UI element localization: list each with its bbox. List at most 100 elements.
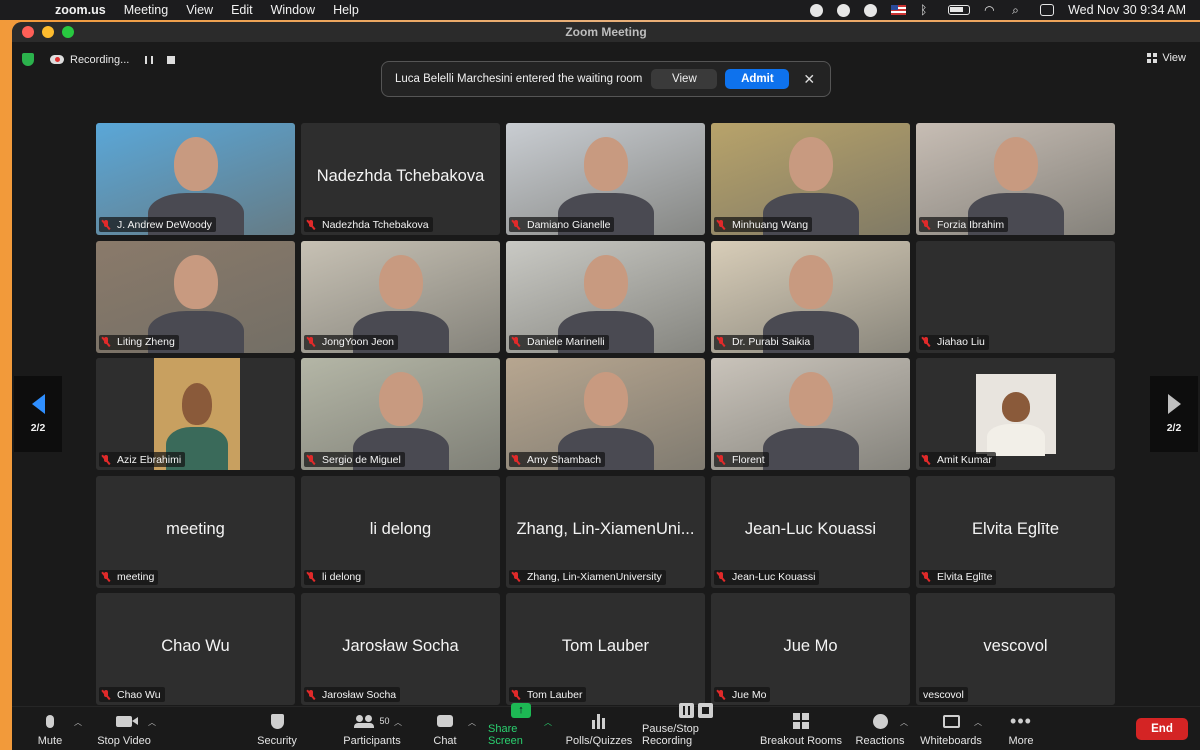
more-button[interactable]: ••• More — [1006, 707, 1036, 750]
participant-name-label: Minhuang Wang — [714, 217, 813, 232]
minus-circle-icon[interactable] — [810, 3, 824, 17]
control-center-icon[interactable] — [1040, 4, 1055, 16]
participant-tile[interactable]: Elvita Eglīte Elvita Eglīte — [916, 475, 1115, 588]
wifi-icon[interactable]: ◠ — [984, 4, 998, 16]
encryption-shield-icon[interactable] — [22, 53, 34, 66]
participant-name-label: Florent — [714, 452, 769, 467]
participant-tile[interactable]: Amy Shambach — [506, 358, 705, 470]
chevron-up-icon[interactable]: ︿ — [544, 717, 552, 728]
menu-window[interactable]: Window — [262, 3, 324, 17]
stop-video-button[interactable]: Stop Video — [96, 707, 152, 750]
participant-name-label: vescovol — [919, 687, 968, 702]
participant-tile[interactable]: Chao Wu Chao Wu — [96, 593, 295, 705]
next-page-button[interactable]: 2/2 — [1150, 376, 1198, 452]
notification-view-button[interactable]: View — [651, 69, 718, 89]
mic-muted-icon — [306, 219, 316, 230]
chevron-up-icon[interactable]: ︿ — [974, 717, 982, 728]
us-flag-icon[interactable] — [891, 5, 907, 15]
participant-name-label: Forzia Ibrahim — [919, 217, 1009, 232]
menu-help[interactable]: Help — [324, 3, 368, 17]
security-button[interactable]: Security — [252, 707, 302, 750]
chat-button[interactable]: Chat — [430, 707, 460, 750]
previous-page-button[interactable]: 2/2 — [14, 376, 62, 452]
security-shield-icon — [270, 713, 284, 729]
pause-stop-recording-button[interactable]: Pause/Stop Recording — [642, 703, 750, 750]
breakout-rooms-icon — [793, 713, 809, 729]
participant-tile[interactable]: Zhang, Lin-XiamenUni... Zhang, Lin-Xiamen… — [506, 475, 705, 588]
menu-meeting[interactable]: Meeting — [115, 3, 177, 17]
chevron-up-icon[interactable]: ︿ — [148, 717, 156, 728]
participant-tile[interactable]: Damiano Gianelle — [506, 123, 705, 235]
participant-tile[interactable]: li delong li delong — [301, 475, 500, 588]
battery-icon[interactable] — [948, 5, 971, 15]
participant-name-label: Dr. Purabi Saikia — [714, 334, 815, 350]
participant-name-label: Liting Zheng — [99, 334, 179, 350]
participant-tile[interactable]: vescovol vescovol — [916, 593, 1115, 705]
mic-muted-icon — [921, 454, 931, 465]
participant-name: Damiano Gianelle — [527, 218, 611, 231]
mute-button[interactable]: Mute — [32, 707, 68, 750]
participant-name: Jean-Luc Kouassi — [732, 571, 816, 583]
participant-tile[interactable]: J. Andrew DeWoody — [96, 123, 295, 235]
participant-tile[interactable]: JongYoon Jeon — [301, 240, 500, 353]
participant-name-label: Jean-Luc Kouassi — [714, 569, 820, 585]
recording-label: Pause/Stop Recording — [642, 723, 699, 747]
participant-tile[interactable]: Amit Kumar — [916, 358, 1115, 470]
participant-tile[interactable]: Dr. Purabi Saikia — [711, 240, 910, 353]
participant-tile[interactable]: Jue Mo Jue Mo — [711, 593, 910, 705]
chevron-up-icon[interactable]: ︿ — [468, 717, 476, 728]
polls-button[interactable]: Polls/Quizzes — [564, 707, 634, 750]
participant-name-label: Aziz Ebrahimi — [99, 452, 186, 467]
participant-display-name: li delong — [369, 519, 432, 538]
chat-bubble-icon — [437, 715, 453, 727]
share-screen-button[interactable]: ↑ Share Screen — [488, 703, 554, 750]
participant-tile[interactable]: Forzia Ibrahim — [916, 123, 1115, 235]
chevron-up-icon[interactable]: ︿ — [900, 717, 908, 728]
bluetooth-icon[interactable]: ᛒ — [920, 4, 934, 16]
participants-label: Participants — [343, 735, 401, 747]
participant-tile[interactable]: Sergio de Miguel — [301, 358, 500, 470]
end-meeting-button[interactable]: End — [1136, 718, 1188, 740]
participant-name: Amy Shambach — [527, 453, 602, 466]
stop-recording-icon[interactable] — [167, 55, 176, 64]
window-title: Zoom Meeting — [565, 25, 647, 39]
mic-muted-icon — [306, 454, 316, 465]
participants-icon — [354, 714, 376, 728]
participant-tile[interactable]: Jean-Luc Kouassi Jean-Luc Kouassi — [711, 475, 910, 588]
participant-tile[interactable]: Daniele Marinelli — [506, 240, 705, 353]
participant-tile[interactable]: Jarosław Socha Jarosław Socha — [301, 593, 500, 705]
participant-name-label: Amit Kumar — [919, 452, 996, 467]
participant-tile[interactable]: Florent — [711, 358, 910, 470]
mic-muted-icon — [921, 219, 931, 230]
participant-tile[interactable]: meeting meeting — [96, 475, 295, 588]
reactions-button[interactable]: Reactions — [854, 707, 906, 750]
breakout-rooms-button[interactable]: Breakout Rooms — [760, 707, 842, 750]
airdrop-icon[interactable] — [864, 3, 878, 17]
menu-view[interactable]: View — [177, 3, 222, 17]
pause-recording-icon[interactable] — [145, 55, 154, 64]
participant-name: Tom Lauber — [527, 688, 583, 701]
chevron-up-icon[interactable]: ︿ — [394, 717, 402, 728]
participant-tile[interactable]: Jiahao Liu — [916, 240, 1115, 353]
menubar-datetime[interactable]: Wed Nov 30 9:34 AM — [1068, 3, 1186, 17]
view-menu-button[interactable]: View — [1147, 52, 1186, 64]
participant-tile[interactable]: Liting Zheng — [96, 240, 295, 353]
participant-name: Elvita Eglīte — [937, 571, 993, 583]
participant-tile[interactable]: Minhuang Wang — [711, 123, 910, 235]
mic-muted-icon — [306, 572, 316, 582]
zoom-status-icon[interactable] — [837, 3, 851, 17]
participant-tile[interactable]: Nadezhda Tchebakova Nadezhda Tchebakova — [301, 123, 500, 235]
participant-tile[interactable]: Aziz Ebrahimi — [96, 358, 295, 470]
search-icon[interactable]: ⌕ — [1012, 4, 1026, 16]
participant-tile[interactable]: Tom Lauber Tom Lauber — [506, 593, 705, 705]
chevron-up-icon[interactable]: ︿ — [74, 717, 82, 728]
participants-button[interactable]: 50 Participants — [326, 707, 418, 750]
reactions-label: Reactions — [855, 735, 905, 747]
close-icon[interactable]: ✕ — [803, 71, 815, 88]
menu-app-name[interactable]: zoom.us — [46, 3, 115, 17]
participant-name: Florent — [732, 453, 765, 466]
whiteboards-button[interactable]: Whiteboards — [918, 707, 984, 750]
menu-edit[interactable]: Edit — [222, 3, 262, 17]
admit-button[interactable]: Admit — [725, 69, 790, 89]
participant-name: Nadezhda Tchebakova — [322, 218, 429, 231]
